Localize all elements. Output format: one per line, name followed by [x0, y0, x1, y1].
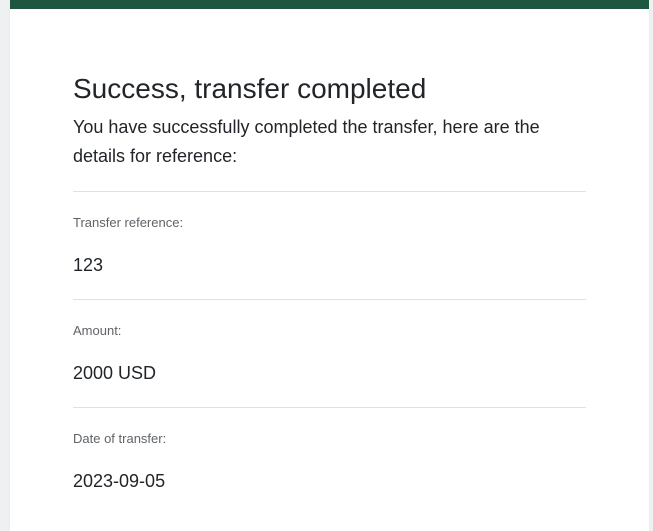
detail-value: 123 — [73, 255, 104, 275]
detail-value: 2000 USD — [73, 363, 157, 383]
detail-amount: Amount: 2000 USD — [73, 300, 586, 385]
detail-label: Date of transfer: — [73, 431, 167, 446]
card-accent-bar — [10, 0, 649, 9]
card-body: Success, transfer completed You have suc… — [73, 71, 586, 493]
confirmation-card: Success, transfer completed You have suc… — [10, 0, 649, 531]
detail-label: Transfer reference: — [73, 215, 184, 230]
intro-text: You have successfully completed the tran… — [73, 117, 540, 166]
page-title: Success, transfer completed — [73, 73, 427, 104]
detail-label: Amount: — [73, 323, 122, 338]
detail-value: 2023-09-05 — [73, 471, 166, 491]
detail-date-of-transfer: Date of transfer: 2023-09-05 — [73, 408, 586, 493]
detail-transfer-reference: Transfer reference: 123 — [73, 192, 586, 277]
